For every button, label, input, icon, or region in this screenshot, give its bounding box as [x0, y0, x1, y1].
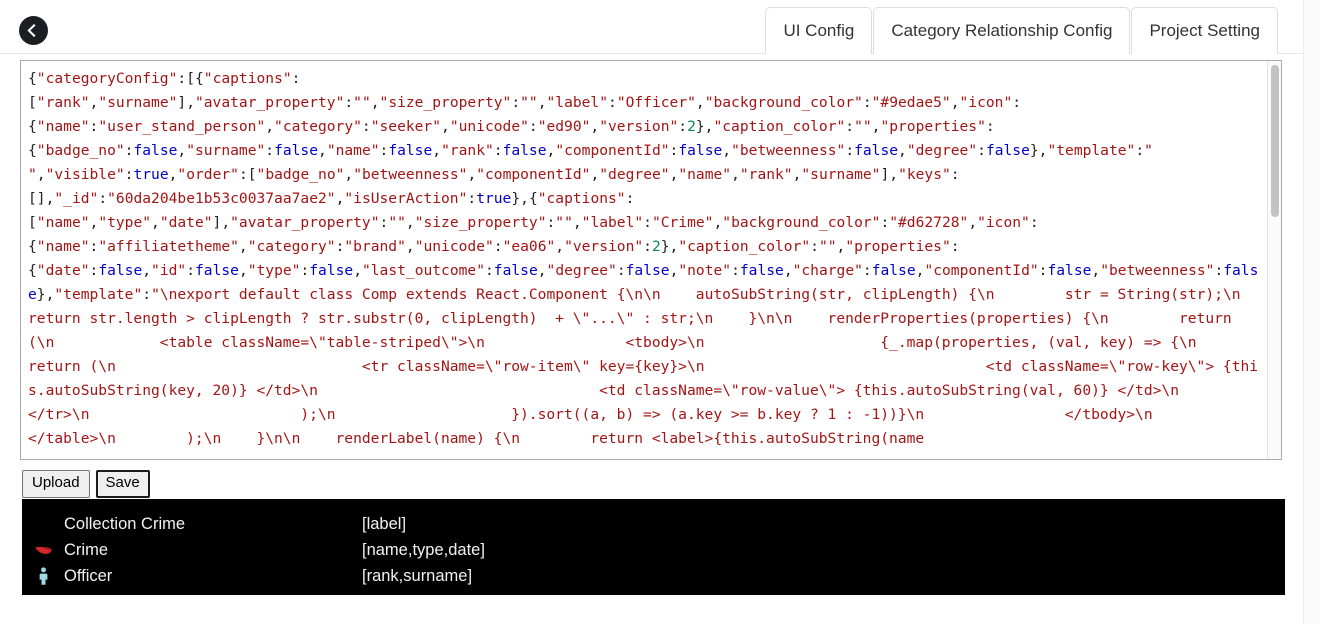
user-stand-person-icon [22, 567, 64, 586]
upload-button[interactable]: Upload [22, 470, 90, 498]
save-button[interactable]: Save [96, 470, 150, 498]
tab-category-relationship-config-label: Category Relationship Config [891, 21, 1112, 41]
legend-panel: Collection Crime [label] Crime [name,typ… [22, 499, 1285, 595]
action-bar: Upload Save [22, 470, 150, 498]
config-editor[interactable]: {"categoryConfig":[{"captions": ["rank",… [20, 60, 1282, 460]
legend-row[interactable]: Officer [rank,surname] [22, 563, 1285, 589]
page-scrollbar[interactable] [1303, 0, 1320, 624]
app-root: UI Config Category Relationship Config P… [0, 0, 1320, 624]
legend-item-label: Crime [64, 541, 362, 560]
legend-row[interactable]: Crime [name,type,date] [22, 537, 1285, 563]
legend-item-label: Officer [64, 567, 362, 586]
affiliatetheme-icon [22, 541, 64, 560]
editor-scrollbar-thumb[interactable] [1271, 65, 1279, 217]
tab-ui-config[interactable]: UI Config [765, 7, 872, 54]
tab-project-setting-label: Project Setting [1149, 21, 1260, 41]
tab-bar: UI Config Category Relationship Config P… [764, 7, 1278, 54]
tab-project-setting[interactable]: Project Setting [1131, 7, 1278, 54]
back-button[interactable] [19, 16, 48, 45]
config-editor-viewport[interactable]: {"categoryConfig":[{"captions": ["rank",… [21, 61, 1267, 459]
legend-item-label: Collection Crime [64, 515, 362, 534]
chevron-left-icon [25, 22, 42, 39]
top-bar: UI Config Category Relationship Config P… [0, 0, 1303, 54]
tab-ui-config-label: UI Config [783, 21, 854, 41]
legend-item-properties: [name,type,date] [362, 541, 485, 560]
legend-item-properties: [label] [362, 515, 406, 534]
config-editor-content[interactable]: {"categoryConfig":[{"captions": ["rank",… [28, 67, 1263, 451]
tab-category-relationship-config[interactable]: Category Relationship Config [873, 7, 1130, 54]
editor-scrollbar[interactable] [1267, 61, 1281, 459]
legend-row[interactable]: Collection Crime [label] [22, 511, 1285, 537]
legend-item-properties: [rank,surname] [362, 567, 472, 586]
